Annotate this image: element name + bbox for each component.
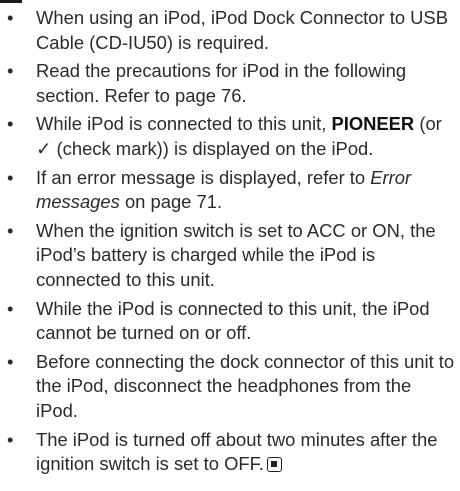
list-item: • If an error message is displayed, refe… [0, 166, 456, 215]
bullet-icon: • [7, 113, 14, 135]
note-text-pre: While iPod is connected to this unit, [36, 113, 332, 135]
list-item: • When the ignition switch is set to ACC… [0, 219, 456, 293]
list-item: • Before connecting the dock connector o… [0, 350, 456, 424]
list-item: • While iPod is connected to this unit, … [0, 112, 456, 161]
bullet-icon: • [7, 297, 14, 319]
list-item: • Read the precautions for iPod in the f… [0, 59, 456, 108]
list-item: • When using an iPod, iPod Dock Connecto… [0, 6, 456, 55]
section-top-rule [0, 0, 22, 3]
note-text: Read the precautions for iPod in the fol… [36, 60, 407, 106]
bullet-icon: • [7, 428, 14, 450]
end-of-section-icon [266, 457, 282, 473]
list-item: • While the iPod is connected to this un… [0, 297, 456, 346]
note-text: When the ignition switch is set to ACC o… [36, 219, 436, 290]
note-text-pre: If an error message is displayed, refer … [36, 166, 371, 188]
bullet-icon: • [7, 166, 14, 188]
pioneer-label: PIONEER [331, 113, 415, 135]
note-text: Before connecting the dock connector of … [36, 350, 455, 421]
note-text: The iPod is turned off about two minutes… [36, 428, 438, 475]
note-text: While the iPod is connected to this unit… [36, 297, 430, 344]
bullet-icon: • [7, 60, 14, 82]
note-text: When using an iPod, iPod Dock Connector … [36, 7, 448, 53]
list-item: • The iPod is turned off about two minut… [0, 428, 456, 477]
bullet-icon: • [7, 350, 14, 372]
bullet-icon: • [7, 219, 14, 241]
notes-list: • When using an iPod, iPod Dock Connecto… [0, 6, 456, 481]
bullet-icon: • [7, 7, 14, 28]
note-text-post: on page 71. [119, 191, 223, 213]
